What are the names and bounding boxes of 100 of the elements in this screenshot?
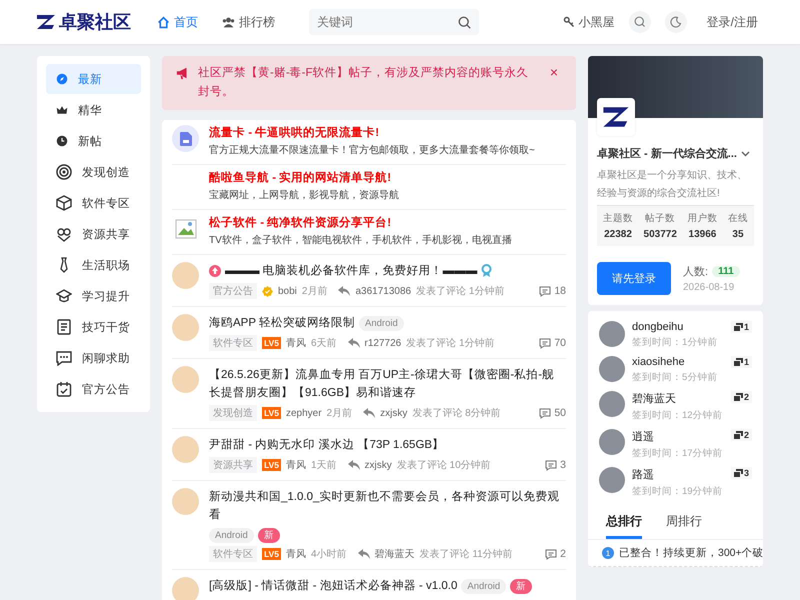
comment-icon — [539, 286, 552, 296]
post-title[interactable]: [高级版] - 情话微甜 - 泡妞话术必备神器 - v1.0.0 — [209, 577, 458, 595]
avatar[interactable] — [599, 356, 625, 382]
checkin-days: 2 — [744, 392, 749, 402]
notice-text: 社区严禁【黄-赌-毒-F软件】帖子，有涉及严禁内容的账号永久封号。 — [198, 65, 530, 100]
stat-value: 35 — [731, 229, 745, 240]
dark-mode-button[interactable] — [664, 11, 687, 33]
reply-icon — [348, 460, 360, 470]
crown-icon — [56, 104, 68, 116]
site-logo[interactable]: 卓聚社区 — [59, 10, 131, 34]
post-time: 6天前 — [310, 337, 337, 350]
ad-title[interactable]: 松子软件 - 纯净软件资源分享平台! — [209, 215, 512, 232]
post-title[interactable]: 尹甜甜 - 内购无水印 溪水边 【73P 1.65GB】 — [209, 436, 444, 454]
stat-value: 503772 — [644, 229, 677, 240]
level-badge: LV5 — [262, 407, 281, 419]
logo-icon — [36, 14, 56, 30]
nav-link[interactable]: 排行榜 — [222, 14, 275, 30]
replier-name[interactable]: a361713086 — [355, 286, 412, 296]
count-badge: 111 — [712, 266, 740, 277]
document-icon — [56, 319, 72, 335]
stack-icon — [734, 358, 743, 366]
stack-icon — [734, 393, 743, 401]
sidebar-item[interactable]: 生活职场 — [46, 250, 141, 280]
nav-link[interactable]: 首页 — [157, 14, 198, 30]
stat-label: 主题数 — [603, 212, 633, 225]
post-title[interactable]: 新动漫共和国_1.0.0_实时更新也不需要会员，各种资源可以免费观看 — [209, 488, 566, 524]
post-time: 2月前 — [326, 407, 352, 420]
sim-card-icon — [172, 125, 199, 152]
reply-icon — [363, 408, 376, 418]
chat-icon — [56, 350, 72, 366]
post-title[interactable]: ▬▬▬ 电脑装机必备软件库，免费好用！▬▬▬ — [225, 262, 478, 280]
checkin-time: 签到时间：1分钟前 — [632, 336, 718, 349]
level-badge: LV5 — [262, 337, 281, 349]
stat-label: 用户数 — [687, 212, 718, 225]
user-name[interactable]: 碧海蓝天 — [632, 391, 723, 406]
level-badge: LV5 — [262, 459, 281, 471]
user-name[interactable]: 路遥 — [632, 467, 723, 482]
user-name[interactable]: 逍遥 — [632, 429, 723, 444]
checkin-time: 签到时间：12分钟前 — [632, 409, 723, 422]
checkin-time: 签到时间：5分钟前 — [632, 371, 718, 384]
user-name[interactable]: dongbeihu — [632, 321, 718, 333]
stat-label: 帖子数 — [644, 212, 676, 225]
login-button[interactable]: 请先登录 — [597, 262, 671, 295]
stack-icon — [734, 469, 743, 477]
broken-image-icon — [174, 218, 196, 238]
sidebar-item[interactable]: 发现创造 — [46, 157, 141, 187]
new-badge: 新 — [510, 578, 532, 594]
sidebar-item[interactable]: 最新 — [46, 64, 141, 94]
comment-count: 3 — [560, 459, 566, 471]
replier-name[interactable]: r127726 — [364, 338, 402, 348]
sidebar-item[interactable]: 闲聊求助 — [46, 343, 141, 373]
author-name[interactable]: 青风 — [286, 336, 306, 350]
chevron-down-icon[interactable] — [740, 150, 750, 156]
ranking-tab[interactable]: 总排行 — [606, 513, 642, 539]
avatar[interactable] — [599, 467, 625, 493]
sidebar-item[interactable]: 官方公告 — [46, 374, 141, 404]
sidebar-item[interactable]: 精华 — [46, 95, 141, 125]
checkin-days: 3 — [744, 468, 749, 478]
replier-name[interactable]: zxjsky — [380, 408, 408, 418]
post-title[interactable]: 【26.5.26更新】流鼻血专用 百万UP主-徐珺大哥【微密圈-私拍-舰长提督朋友圈】【91.6GB】易和谐速存 — [209, 366, 566, 402]
search-field[interactable]: 关键词 — [309, 9, 479, 35]
replier-name[interactable]: 碧海蓝天 — [374, 547, 415, 561]
sidebar-item[interactable]: 软件专区 — [46, 188, 141, 218]
checkin-days: 2 — [744, 430, 749, 440]
comment-icon — [539, 408, 552, 418]
ranking-item[interactable]: 已整合！持续更新，300+个破 — [619, 546, 763, 560]
author-name[interactable]: zephyer — [286, 408, 322, 418]
author-name[interactable]: bobi — [278, 286, 297, 296]
comment-count: 50 — [554, 407, 566, 419]
replier-name[interactable]: zxjsky — [364, 460, 392, 470]
author-name[interactable]: 青风 — [286, 458, 306, 472]
checkin-time: 签到时间：17分钟前 — [632, 447, 723, 460]
sidebar-item[interactable]: 技巧干货 — [46, 312, 141, 342]
target-icon — [56, 164, 72, 180]
sidebar-item[interactable]: 新帖 — [46, 126, 141, 156]
level-badge: LV5 — [262, 548, 281, 560]
avatar[interactable] — [599, 321, 625, 347]
author-name[interactable]: 青风 — [286, 547, 306, 561]
search-icon — [458, 16, 471, 29]
login-link[interactable]: 登录/注册 — [700, 12, 764, 32]
checkin-days: 1 — [744, 357, 749, 367]
search-button[interactable] — [628, 11, 651, 33]
logo-icon — [602, 105, 630, 129]
sidebar-item[interactable]: 学习提升 — [46, 281, 141, 311]
avatar[interactable] — [599, 391, 625, 417]
close-button[interactable]: × — [546, 64, 562, 80]
reply-info: 发表了评论 8分钟前 — [412, 406, 501, 420]
ranking-tab[interactable]: 周排行 — [666, 513, 702, 539]
sidebar-item[interactable]: 资源共享 — [46, 219, 141, 249]
comment-count: 18 — [554, 285, 566, 297]
post-title[interactable]: 海鸥APP 轻松突破网络限制 — [209, 314, 355, 332]
reply-info: 发表了评论 10分钟前 — [396, 458, 491, 472]
header-link[interactable]: 小黑屋 — [562, 14, 615, 30]
ad-title[interactable]: 酷啦鱼导航 - 实用的网站清单导航! — [209, 170, 399, 187]
ad-title[interactable]: 流量卡 - 牛逼哄哄的无限流量卡! — [209, 125, 535, 142]
user-name[interactable]: xiaosihehe — [632, 356, 718, 368]
community-title: 卓聚社区 - 新一代综合交流... — [597, 146, 737, 161]
checkin-time: 签到时间：19分钟前 — [632, 485, 723, 498]
avatar[interactable] — [599, 429, 625, 455]
ad-description: 宝藏网址，上网导航，影视导航，资源导航 — [209, 188, 399, 203]
